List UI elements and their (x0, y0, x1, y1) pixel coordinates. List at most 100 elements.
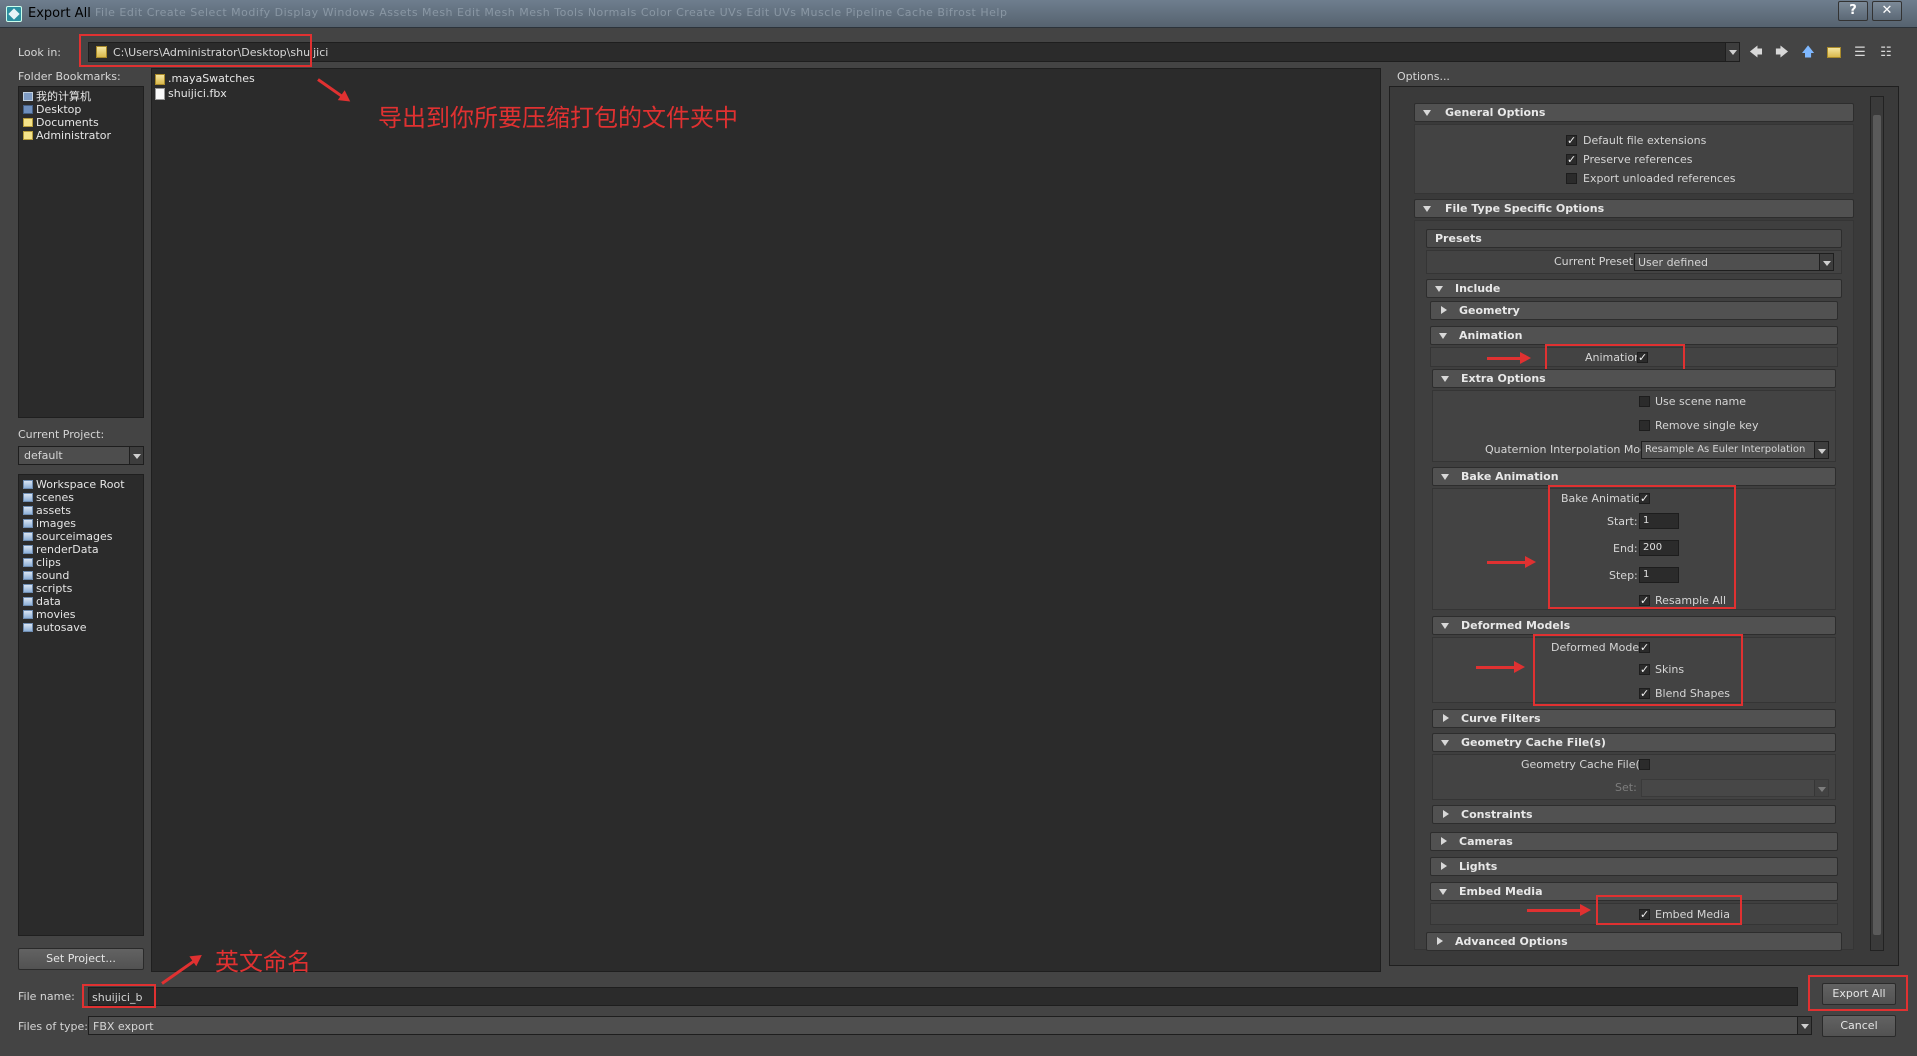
geometry-cache-checkbox[interactable] (1639, 759, 1650, 770)
deformed-models-header[interactable]: Deformed Models (1432, 616, 1836, 635)
forward-icon[interactable]: 🡆 (1773, 45, 1791, 61)
back-icon[interactable]: 🡄 (1747, 45, 1765, 61)
cancel-button[interactable]: Cancel (1822, 1015, 1896, 1037)
user-folder-icon (23, 131, 33, 140)
folder-icon (23, 584, 33, 593)
window-title: Export All (28, 6, 91, 21)
annotation-box-embed (1596, 895, 1742, 925)
set-combo-disabled (1641, 779, 1829, 797)
project-folder-item[interactable]: scripts (23, 582, 72, 595)
options-title: Options... (1397, 70, 1450, 83)
current-preset-combo[interactable]: User defined (1634, 253, 1834, 271)
folder-icon (23, 610, 33, 619)
project-folder-item[interactable]: scenes (23, 491, 74, 504)
project-folder-list: Workspace Root scenes assets images sour… (18, 474, 144, 936)
annotation-box-bake (1548, 485, 1736, 609)
chevron-down-icon[interactable] (1819, 254, 1833, 270)
file-name-label: File name: (18, 990, 75, 1003)
annotation-arrow (1476, 661, 1525, 673)
expand-icon (1443, 810, 1449, 818)
folder-icon (155, 73, 165, 85)
expand-icon (1441, 837, 1447, 845)
project-folder-item[interactable]: assets (23, 504, 71, 517)
lights-header[interactable]: Lights (1430, 857, 1838, 876)
chevron-down-icon[interactable] (129, 447, 143, 464)
constraints-header[interactable]: Constraints (1432, 805, 1836, 824)
set-project-button[interactable]: Set Project... (18, 948, 144, 970)
expand-icon (1437, 937, 1443, 945)
bookmark-my-computer[interactable]: 我的计算机 (23, 90, 91, 103)
up-folder-icon[interactable]: 🡅 (1799, 45, 1817, 61)
annotation-box-path (79, 34, 312, 67)
collapse-icon (1423, 110, 1431, 116)
quaternion-combo[interactable]: Resample As Euler Interpolation (1641, 441, 1829, 459)
cameras-header[interactable]: Cameras (1430, 832, 1838, 851)
folder-icon (23, 532, 33, 541)
geometry-cache-label: Geometry Cache File(s) (1521, 758, 1650, 771)
project-folder-item[interactable]: images (23, 517, 76, 530)
extra-options-header[interactable]: Extra Options (1432, 369, 1836, 388)
folder-icon (23, 519, 33, 528)
export-unloaded-checkbox[interactable] (1566, 173, 1577, 184)
project-folder-item[interactable]: autosave (23, 621, 87, 634)
file-type-options-header[interactable]: File Type Specific Options (1414, 199, 1854, 218)
detail-view-icon[interactable]: ☷ (1877, 45, 1895, 61)
chevron-down-icon[interactable] (1725, 43, 1739, 61)
new-folder-icon[interactable] (1825, 45, 1843, 61)
collapse-icon (1441, 376, 1449, 382)
project-folder-item[interactable]: renderData (23, 543, 99, 556)
project-folder-item[interactable]: data (23, 595, 61, 608)
help-button[interactable]: ? (1838, 1, 1868, 21)
remove-single-key-label: Remove single key (1655, 419, 1759, 432)
current-project-combo[interactable]: default (18, 446, 144, 465)
general-options-header[interactable]: General Options (1414, 103, 1854, 122)
chevron-down-icon[interactable] (1814, 442, 1828, 458)
scrollbar-thumb[interactable] (1873, 115, 1881, 935)
chevron-down-icon[interactable] (1797, 1017, 1811, 1034)
remove-single-key-checkbox[interactable] (1639, 420, 1650, 431)
folder-icon (23, 493, 33, 502)
folder-icon (23, 545, 33, 554)
project-folder-item[interactable]: clips (23, 556, 61, 569)
presets-body: Current Preset: User defined (1426, 250, 1842, 274)
preserve-refs-label: Preserve references (1583, 153, 1693, 166)
collapse-icon (1423, 206, 1431, 212)
file-item-fbx[interactable]: shuijici.fbx (155, 87, 227, 100)
current-project-label: Current Project: (18, 428, 105, 441)
folder-icon (23, 506, 33, 515)
project-folder-item[interactable]: sourceimages (23, 530, 113, 543)
curve-filters-header[interactable]: Curve Filters (1432, 709, 1836, 728)
project-folder-item[interactable]: Workspace Root (23, 478, 125, 491)
presets-header: Presets (1426, 229, 1842, 248)
bake-animation-header[interactable]: Bake Animation (1432, 467, 1836, 486)
advanced-options-header[interactable]: Advanced Options (1426, 932, 1842, 951)
include-header[interactable]: Include (1426, 279, 1842, 298)
extra-options-body: Use scene name Remove single key Quatern… (1432, 390, 1836, 462)
options-scrollbar[interactable] (1870, 96, 1884, 951)
use-scene-name-checkbox[interactable] (1639, 396, 1650, 407)
close-button[interactable]: ✕ (1872, 1, 1902, 21)
expand-icon (1441, 306, 1447, 314)
bookmark-administrator[interactable]: Administrator (23, 129, 111, 142)
maya-app-icon (6, 6, 22, 22)
project-folder-item[interactable]: movies (23, 608, 76, 621)
bookmark-documents[interactable]: Documents (23, 116, 99, 129)
preserve-refs-checkbox[interactable]: ✓ (1566, 154, 1577, 165)
file-item-folder[interactable]: .mayaSwatches (155, 72, 255, 85)
file-name-input[interactable]: shuijici_b (88, 987, 1798, 1006)
geometry-cache-body: Geometry Cache File(s) Set: (1432, 754, 1836, 800)
bookmark-desktop[interactable]: Desktop (23, 103, 81, 116)
annotation-box-filename (82, 984, 156, 1008)
animation-header[interactable]: Animation (1430, 326, 1838, 345)
geometry-header[interactable]: Geometry (1430, 301, 1838, 320)
annotation-box-deformed (1533, 634, 1743, 706)
general-options-body: ✓ Default file extensions ✓ Preserve ref… (1414, 124, 1854, 194)
geometry-cache-header[interactable]: Geometry Cache File(s) (1432, 733, 1836, 752)
annotation-arrow (1487, 352, 1531, 364)
annotation-name-note: 英文命名 (215, 948, 311, 976)
look-in-combo[interactable]: C:\Users\Administrator\Desktop\shuijici (88, 42, 1740, 62)
files-of-type-combo[interactable]: FBX export (88, 1016, 1812, 1035)
default-ext-checkbox[interactable]: ✓ (1566, 135, 1577, 146)
list-view-icon[interactable]: ☰ (1851, 45, 1869, 61)
project-folder-item[interactable]: sound (23, 569, 69, 582)
